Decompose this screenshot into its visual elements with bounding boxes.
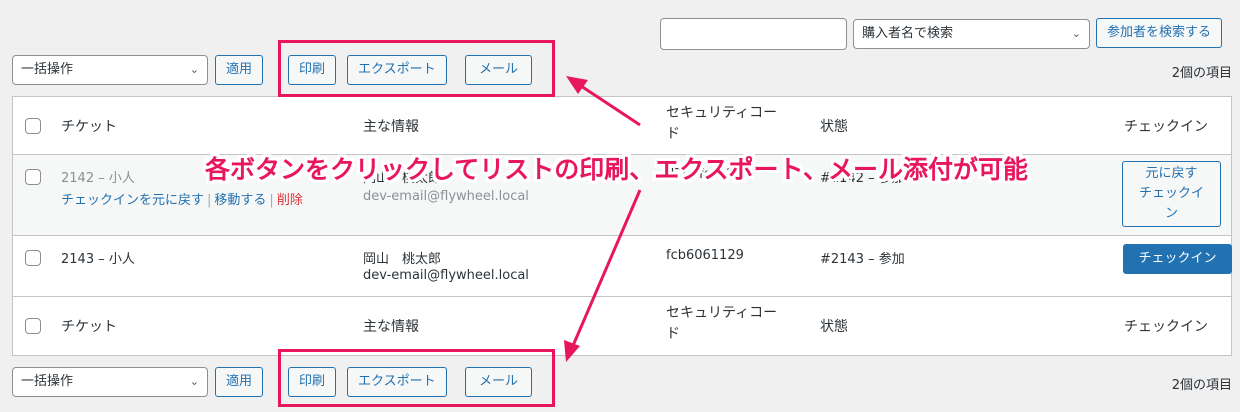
arrow-to-top-buttons xyxy=(566,76,641,127)
arrow-to-bottom-buttons xyxy=(564,189,642,362)
annotation-text: 各ボタンをクリックしてリストの印刷、エクスポート、メール添付が可能 xyxy=(205,155,1029,184)
annotation-arrows xyxy=(564,76,642,362)
